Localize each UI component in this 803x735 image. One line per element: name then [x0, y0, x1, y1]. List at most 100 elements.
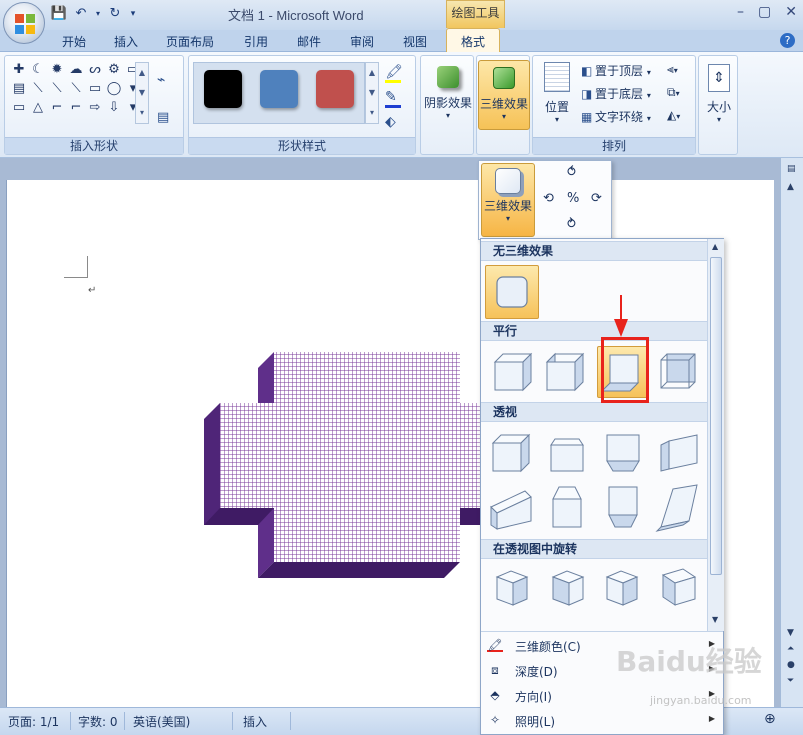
style-swatch-blue[interactable]	[260, 70, 298, 108]
send-to-back-button[interactable]: ◨ 置于底层 ▾	[581, 85, 651, 102]
undo-icon[interactable]: ↶	[72, 5, 90, 23]
style-down-icon[interactable]: ▼	[366, 83, 378, 103]
zoom-in-icon[interactable]: ⊕	[764, 711, 776, 727]
shape-gallery-item[interactable]: ⟍	[49, 81, 65, 97]
minimize-button[interactable]: –	[737, 4, 744, 20]
menu-scroll-up-icon[interactable]: ▲	[712, 242, 718, 251]
menu-scrollbar[interactable]: ▲ ▼	[707, 239, 724, 631]
3d-effects-button[interactable]: 三维效果 ▾	[478, 60, 530, 130]
menu-scroll-thumb[interactable]	[710, 257, 722, 575]
close-button[interactable]: ✕	[785, 4, 797, 20]
shape-gallery-item[interactable]: ▭	[11, 100, 27, 116]
shape-gallery-item[interactable]: ▭	[87, 81, 103, 97]
text-box-icon[interactable]: ▤	[157, 110, 169, 125]
shape-gallery-item[interactable]: ᔕ	[87, 62, 103, 78]
tab-format[interactable]: 格式	[446, 28, 501, 53]
shape-gallery-item[interactable]: ⇨	[87, 100, 103, 116]
tab-review[interactable]: 审阅	[350, 33, 374, 50]
3d-toggle-icon[interactable]: %	[567, 191, 579, 206]
status-insert-mode[interactable]: 插入	[243, 713, 267, 730]
prev-page-icon[interactable]: ⏶	[787, 644, 794, 654]
tilt-right-icon[interactable]: ⟳	[591, 191, 602, 206]
style-more-icon[interactable]: ▾	[366, 103, 378, 123]
option-perspective-1[interactable]	[485, 427, 537, 479]
3d-effects-popup-button[interactable]: 三维效果 ▾	[481, 163, 535, 237]
option-perspective-row2-2[interactable]	[541, 481, 593, 533]
redo-icon[interactable]: ↻	[106, 5, 124, 23]
change-shape-icon[interactable]: ⬖	[385, 114, 403, 130]
shape-gallery-item[interactable]: ⚙	[106, 62, 122, 78]
fill-color-icon[interactable]: 🖍	[385, 64, 403, 83]
tilt-left-icon[interactable]: ⟲	[543, 191, 554, 206]
option-rotate-perspective-3[interactable]	[597, 563, 649, 615]
option-perspective-2[interactable]	[541, 427, 593, 479]
status-language[interactable]: 英语(美国)	[133, 713, 190, 730]
shape-gallery-item[interactable]: ◯	[106, 81, 122, 97]
scroll-down-icon[interactable]: ▼	[787, 628, 794, 638]
tilt-up-icon[interactable]: ⥀	[567, 165, 576, 180]
tab-view[interactable]: 视图	[403, 33, 427, 50]
menu-scroll-down-icon[interactable]: ▼	[712, 615, 718, 624]
option-parallel-4[interactable]	[653, 346, 705, 398]
gallery-up-icon[interactable]: ▲	[136, 63, 148, 83]
option-parallel-2[interactable]	[541, 346, 593, 398]
shape-gallery-item[interactable]: ⌐	[68, 100, 84, 116]
shadow-effects-button[interactable]: 阴影效果 ▾	[422, 60, 474, 130]
option-rotate-perspective-1[interactable]	[485, 563, 537, 615]
undo-dropdown-icon[interactable]: ▾	[94, 5, 102, 23]
maximize-button[interactable]: ▢	[758, 4, 771, 20]
style-swatch-black[interactable]	[204, 70, 242, 108]
gallery-more-icon[interactable]: ▾	[136, 103, 148, 123]
select-browse-icon[interactable]: ●	[787, 660, 795, 670]
shape-gallery-item[interactable]: ☁	[68, 62, 84, 78]
tab-home[interactable]: 开始	[62, 33, 86, 50]
shape-gallery-item[interactable]: ▤	[11, 81, 27, 97]
group-icon[interactable]: ⧉▾	[667, 85, 680, 102]
shape-gallery-item[interactable]: ⟍	[68, 81, 84, 97]
vertical-scrollbar[interactable]: ▤ ▲ ▼ ⏶ ● ⏷	[780, 158, 803, 707]
cross-3d-shape[interactable]	[200, 350, 500, 580]
shape-gallery-item[interactable]: ☾	[30, 62, 46, 78]
scroll-up-icon[interactable]: ▲	[787, 182, 794, 192]
status-word-count[interactable]: 字数: 0	[78, 713, 118, 730]
shape-gallery-scroll[interactable]: ▲ ▼ ▾	[135, 62, 149, 124]
menu-item-lighting[interactable]: ✧ 照明(L) ▶	[481, 709, 723, 733]
next-page-icon[interactable]: ⏷	[787, 676, 794, 686]
shape-gallery-item[interactable]: ⌐	[49, 100, 65, 116]
position-button[interactable]: 位置 ▾	[537, 60, 577, 134]
tab-page-layout[interactable]: 页面布局	[166, 33, 214, 50]
style-up-icon[interactable]: ▲	[366, 63, 378, 83]
tab-mailings[interactable]: 邮件	[297, 33, 321, 50]
option-parallel-1[interactable]	[485, 346, 537, 398]
status-page[interactable]: 页面: 1/1	[8, 713, 59, 730]
size-button[interactable]: ⇕ 大小 ▾	[701, 60, 737, 134]
align-icon[interactable]: ⫷▾	[667, 62, 680, 79]
customize-qat-icon[interactable]: ▾	[128, 5, 138, 23]
option-perspective-row2-1[interactable]	[485, 481, 537, 533]
option-perspective-3[interactable]	[597, 427, 649, 479]
help-icon[interactable]: ?	[780, 33, 795, 48]
tilt-down-icon[interactable]: ⥁	[567, 217, 576, 232]
line-color-icon[interactable]: ✎	[385, 89, 403, 108]
edit-shape-icon[interactable]: ⌁	[157, 72, 165, 88]
shape-gallery-item[interactable]: ✚	[11, 62, 27, 78]
bring-to-front-button[interactable]: ◧ 置于顶层 ▾	[581, 62, 651, 79]
tab-insert[interactable]: 插入	[114, 33, 138, 50]
text-wrapping-button[interactable]: ▦ 文字环绕 ▾	[581, 108, 651, 125]
rotate-icon[interactable]: ◭▾	[667, 108, 680, 125]
option-rotate-perspective-2[interactable]	[541, 563, 593, 615]
ruler-toggle-icon[interactable]: ▤	[787, 164, 796, 174]
style-swatch-red[interactable]	[316, 70, 354, 108]
option-perspective-4[interactable]	[653, 427, 705, 479]
option-no-3d[interactable]	[485, 265, 539, 319]
tab-references[interactable]: 引用	[244, 33, 268, 50]
option-perspective-row2-4[interactable]	[653, 481, 705, 533]
style-gallery-scroll[interactable]: ▲ ▼ ▾	[365, 62, 379, 124]
option-perspective-row2-3[interactable]	[597, 481, 649, 533]
option-rotate-perspective-4[interactable]	[653, 563, 705, 615]
office-button[interactable]	[3, 2, 45, 44]
shape-gallery-item[interactable]: ✹	[49, 62, 65, 78]
shape-gallery-item[interactable]: ⟍	[30, 81, 46, 97]
gallery-down-icon[interactable]: ▼	[136, 83, 148, 103]
shape-gallery-item[interactable]: ⇩	[106, 100, 122, 116]
